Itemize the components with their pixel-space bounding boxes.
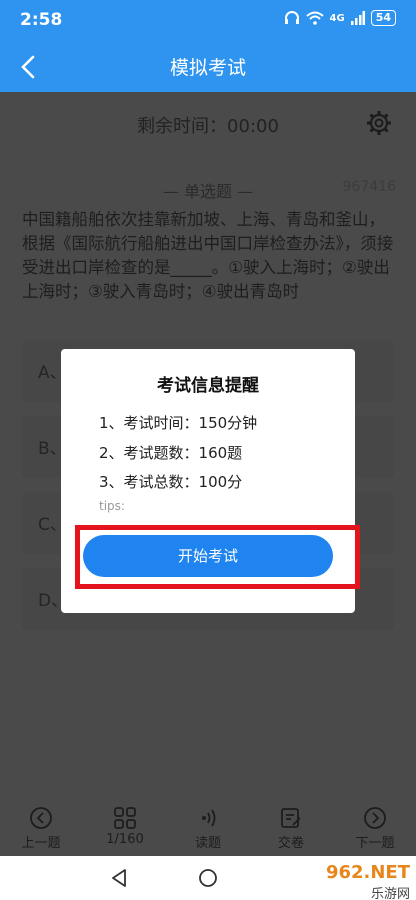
read-label: 读题 xyxy=(194,836,221,851)
exam-count-info: 2、考试题数：160题 xyxy=(99,444,243,462)
nav-home-icon[interactable] xyxy=(196,866,220,890)
watermark-site: 962.NET xyxy=(325,862,410,883)
submit-exam-button[interactable]: 交卷 xyxy=(256,806,326,851)
prev-label: 上一题 xyxy=(21,836,61,851)
bottom-toolbar: 上一题 1/160 读题 交卷 下一题 xyxy=(0,802,416,856)
title-bar: 模拟考试 xyxy=(0,40,416,92)
signal-label: 4G xyxy=(329,12,345,24)
chevron-left-circle-icon xyxy=(30,807,52,829)
question-text: 中国籍船舶依次挂靠新加坡、上海、青岛和釜山，根据《国际航行船舶进出中国口岸检查办… xyxy=(22,210,394,301)
wifi-icon xyxy=(305,11,324,25)
gear-icon[interactable] xyxy=(366,110,392,136)
chevron-right-circle-icon xyxy=(364,807,386,829)
question-id: 967416 xyxy=(342,179,396,195)
speaker-wave-icon xyxy=(202,809,216,827)
exam-score-info: 3、考试总数：100分 xyxy=(99,473,243,491)
question-grid-button[interactable]: 1/160 xyxy=(90,806,160,847)
highlight-box xyxy=(75,525,360,589)
submit-label: 交卷 xyxy=(277,836,304,851)
remaining-time: 剩余时间：00:00 xyxy=(137,116,279,137)
status-time: 2:58 xyxy=(20,10,63,30)
edit-document-icon xyxy=(281,808,301,828)
status-icons: 4G 54 xyxy=(284,10,396,26)
next-question-button[interactable]: 下一题 xyxy=(340,806,410,851)
grid-icon xyxy=(114,807,136,829)
read-question-button[interactable]: 读题 xyxy=(173,806,243,851)
prev-question-button[interactable]: 上一题 xyxy=(6,806,76,851)
headphones-icon xyxy=(284,11,299,24)
page-title: 模拟考试 xyxy=(169,57,246,79)
signal-icon xyxy=(350,11,365,25)
status-bar: 2:58 4G 54 xyxy=(0,0,416,40)
watermark-name: 乐游网 xyxy=(370,887,410,900)
battery-indicator: 54 xyxy=(370,10,396,26)
next-label: 下一题 xyxy=(355,836,395,851)
dialog-title: 考试信息提醒 xyxy=(157,376,259,396)
exam-time-info: 1、考试时间：150分钟 xyxy=(99,414,258,432)
watermark-logo: 962.NET 乐游网 xyxy=(326,862,410,900)
nav-back-icon[interactable] xyxy=(108,866,132,890)
system-nav-bar: 962.NET 乐游网 xyxy=(0,856,416,900)
question-count: 1/160 xyxy=(106,832,144,847)
tips-label: tips: xyxy=(99,499,125,513)
